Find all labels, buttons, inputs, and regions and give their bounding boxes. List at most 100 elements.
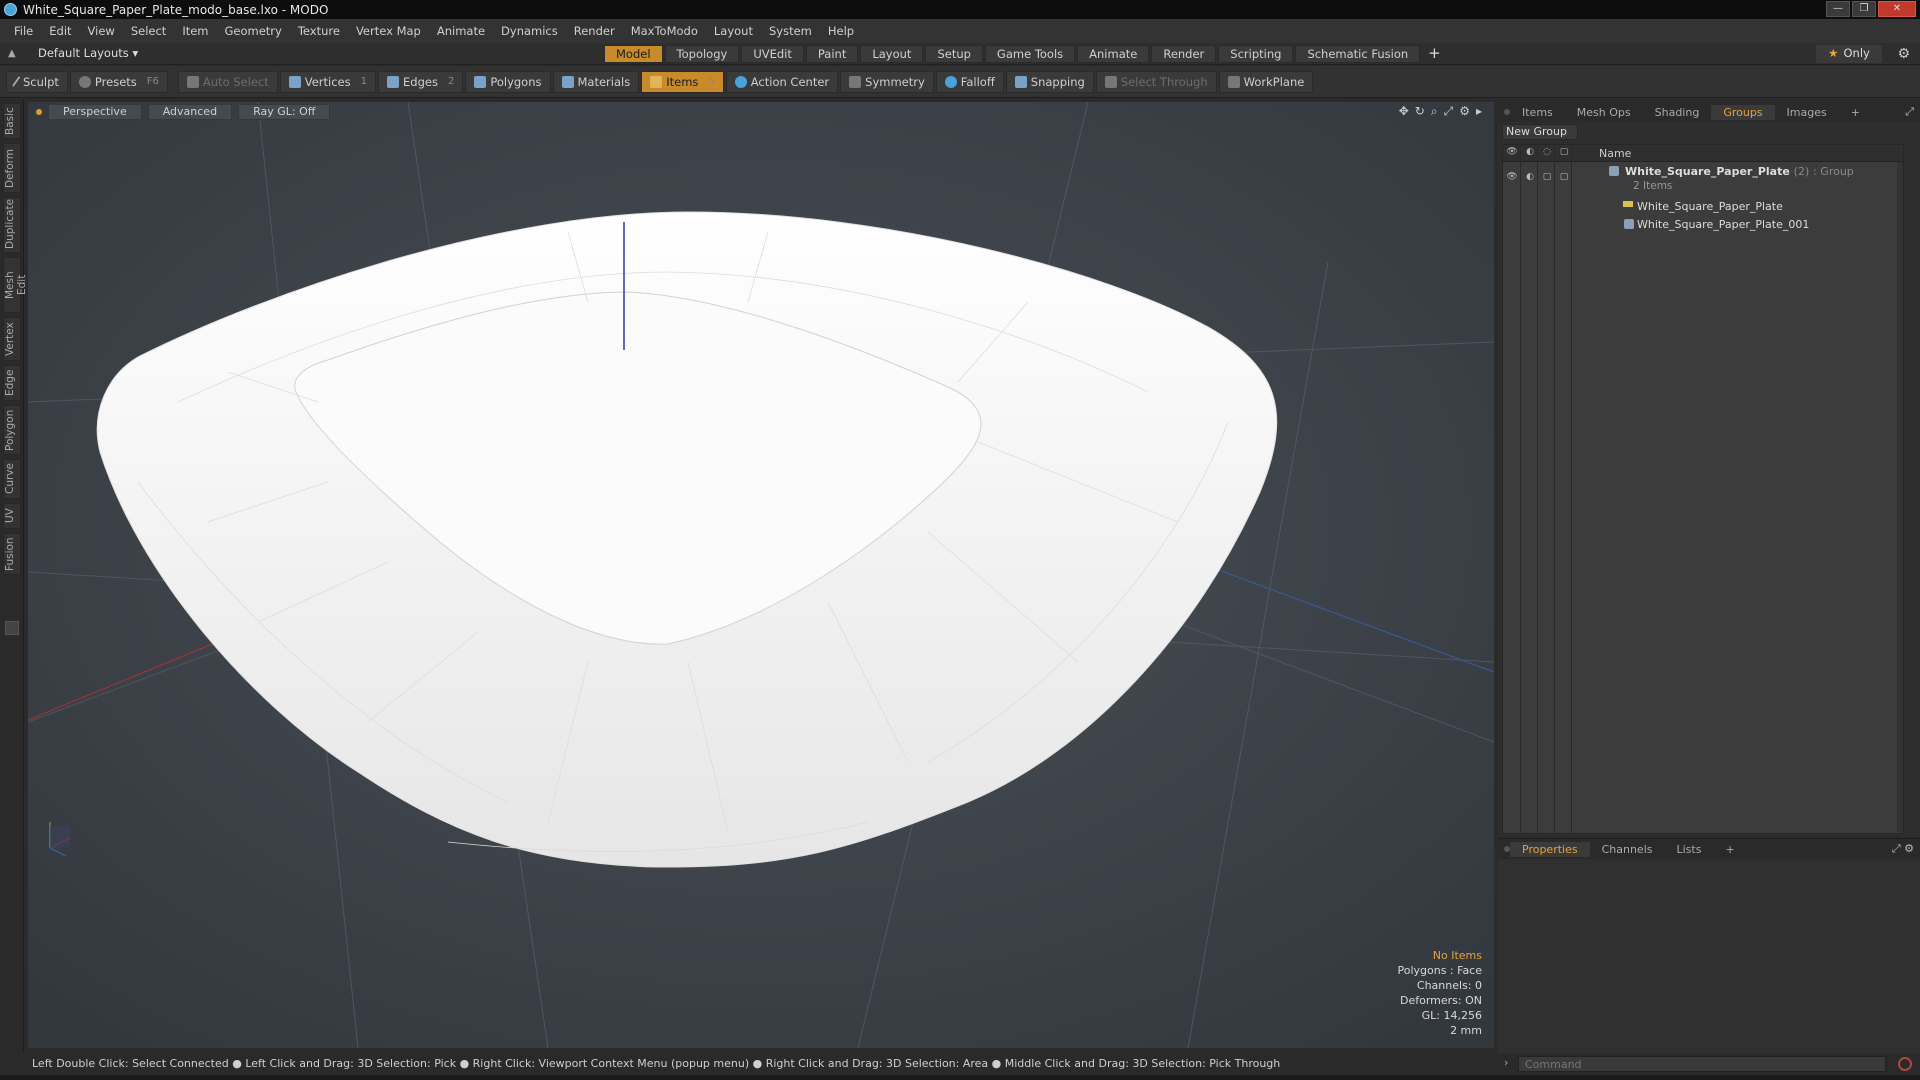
3d-viewport[interactable]: Perspective Advanced Ray GL: Off ✥ ↻ ⌕ ⤢…	[28, 102, 1494, 1048]
menu-maxtomodo[interactable]: MaxToModo	[623, 24, 706, 38]
fit-view-icon[interactable]: ⤢	[1444, 104, 1454, 119]
restore-button[interactable]: ❐	[1852, 1, 1876, 17]
only-button[interactable]: ★ Only	[1816, 45, 1882, 63]
render-toggle-icon[interactable]: ◐	[1523, 172, 1537, 184]
gear-icon[interactable]: ⚙	[1897, 46, 1910, 62]
snapping-button[interactable]: Snapping	[1005, 70, 1094, 93]
menu-texture[interactable]: Texture	[290, 24, 348, 38]
tab-setup[interactable]: Setup	[925, 45, 983, 63]
menu-dynamics[interactable]: Dynamics	[493, 24, 566, 38]
menu-select[interactable]: Select	[123, 24, 174, 38]
name-column-header[interactable]: Name	[1599, 147, 1631, 160]
vtab-fusion[interactable]: Fusion	[3, 533, 21, 575]
auto-select-button[interactable]: Auto Select	[177, 70, 278, 93]
list-scrollbar[interactable]	[1897, 162, 1903, 832]
properties-settings-icon[interactable]: ⤢ ⚙	[1892, 842, 1914, 856]
tab-uvedit[interactable]: UVEdit	[741, 45, 804, 63]
tab-properties[interactable]: Properties	[1510, 841, 1590, 857]
new-group-button[interactable]: New Group	[1502, 124, 1578, 140]
vtab-uv[interactable]: UV	[3, 503, 21, 529]
shading-mode-dropdown[interactable]: Advanced	[147, 104, 233, 120]
vtab-basic[interactable]: Basic	[3, 103, 21, 139]
tab-shading[interactable]: Shading	[1643, 105, 1712, 120]
rotate-view-icon[interactable]: ↻	[1415, 104, 1425, 119]
view-mode-dropdown[interactable]: Perspective	[48, 104, 142, 120]
action-center-button[interactable]: Action Center	[725, 70, 839, 93]
tab-channels[interactable]: Channels	[1590, 842, 1665, 857]
lock-column-icon[interactable]: ◌	[1540, 147, 1554, 159]
stop-icon[interactable]	[1898, 1057, 1912, 1071]
zoom-view-icon[interactable]: ⌕	[1431, 104, 1438, 119]
group-row[interactable]: 👁 ◐ ▢ ▢ White_Square_Paper_Plate (2) : G…	[1503, 164, 1903, 196]
panel-expand-icon[interactable]: ⤢	[1905, 105, 1914, 119]
list-item[interactable]: White_Square_Paper_Plate	[1503, 198, 1903, 215]
vtab-mesh-edit[interactable]: Mesh Edit	[3, 257, 28, 313]
select-toggle-icon[interactable]: ▢	[1557, 172, 1571, 184]
list-item[interactable]: White_Square_Paper_Plate_001	[1503, 216, 1903, 233]
vtab-edge[interactable]: Edge	[3, 365, 21, 401]
vtab-polygon[interactable]: Polygon	[3, 405, 21, 455]
tab-render[interactable]: Render	[1151, 45, 1217, 63]
tab-images[interactable]: Images	[1775, 105, 1839, 120]
items-button[interactable]: Items 5	[641, 70, 724, 93]
minimize-button[interactable]: —	[1826, 1, 1850, 17]
add-tab-button[interactable]: +	[1422, 45, 1447, 63]
vtab-curve[interactable]: Curve	[3, 459, 21, 499]
select-through-icon	[1104, 75, 1117, 88]
edges-button[interactable]: Edges 2	[378, 70, 464, 93]
add-properties-tab-button[interactable]: +	[1713, 842, 1746, 857]
menu-system[interactable]: System	[761, 24, 820, 38]
visibility-column-icon[interactable]: 👁	[1505, 147, 1519, 159]
menu-geometry[interactable]: Geometry	[217, 24, 290, 38]
select-column-icon[interactable]: ▢	[1557, 147, 1571, 159]
default-layouts-dropdown[interactable]: Default Layouts ▾	[38, 46, 138, 60]
falloff-button[interactable]: Falloff	[935, 70, 1004, 93]
viewport-settings-icon[interactable]: ⚙	[1459, 104, 1470, 119]
expand-panel-button[interactable]	[5, 621, 19, 635]
select-through-button[interactable]: Select Through	[1095, 70, 1217, 93]
tab-schematic-fusion[interactable]: Schematic Fusion	[1295, 45, 1421, 63]
tab-scripting[interactable]: Scripting	[1218, 45, 1294, 63]
tab-game-tools[interactable]: Game Tools	[984, 45, 1076, 63]
vtab-duplicate[interactable]: Duplicate	[3, 197, 21, 253]
sculpt-button[interactable]: Sculpt	[6, 70, 68, 93]
workplane-button[interactable]: WorkPlane	[1218, 70, 1314, 93]
polygons-button[interactable]: Polygons	[465, 70, 551, 93]
tab-layout[interactable]: Layout	[860, 45, 924, 63]
vertices-button[interactable]: Vertices 1	[279, 70, 376, 93]
move-view-icon[interactable]: ✥	[1399, 104, 1409, 119]
visibility-toggle-icon[interactable]: 👁	[1505, 172, 1519, 184]
viewport-expand-icon[interactable]: ▸	[1476, 104, 1482, 119]
materials-button[interactable]: Materials	[552, 70, 640, 93]
tab-topology[interactable]: Topology	[664, 45, 740, 63]
presets-button[interactable]: Presets F6	[69, 70, 168, 93]
menu-item[interactable]: Item	[174, 24, 216, 38]
menu-view[interactable]: View	[80, 24, 123, 38]
viewport-options-dot-icon[interactable]	[36, 109, 42, 115]
vtab-deform[interactable]: Deform	[3, 143, 21, 193]
lock-toggle-icon[interactable]: ▢	[1540, 172, 1554, 184]
menu-file[interactable]: File	[6, 24, 41, 38]
menu-edit[interactable]: Edit	[41, 24, 79, 38]
tab-model[interactable]: Model	[604, 45, 663, 63]
menu-help[interactable]: Help	[820, 24, 862, 38]
raygl-toggle[interactable]: Ray GL: Off	[238, 104, 331, 120]
menu-render[interactable]: Render	[566, 24, 623, 38]
add-panel-tab-button[interactable]: +	[1839, 105, 1872, 120]
tab-animate[interactable]: Animate	[1077, 45, 1150, 63]
close-button[interactable]: ✕	[1878, 1, 1916, 17]
menu-layout[interactable]: Layout	[706, 24, 761, 38]
command-input[interactable]	[1518, 1056, 1886, 1072]
render-column-icon[interactable]: ◐	[1523, 147, 1537, 159]
tab-items[interactable]: Items	[1510, 105, 1565, 120]
menu-vertex-map[interactable]: Vertex Map	[348, 24, 429, 38]
symmetry-button[interactable]: Symmetry	[840, 70, 934, 93]
collapse-arrow-icon[interactable]: ▲	[8, 48, 18, 59]
tab-lists[interactable]: Lists	[1665, 842, 1714, 857]
tab-mesh-ops[interactable]: Mesh Ops	[1565, 105, 1643, 120]
tab-paint[interactable]: Paint	[805, 45, 859, 63]
command-history-icon[interactable]: ›	[1504, 1056, 1508, 1069]
tab-groups[interactable]: Groups	[1711, 104, 1775, 120]
vtab-vertex[interactable]: Vertex	[3, 317, 21, 361]
menu-animate[interactable]: Animate	[429, 24, 493, 38]
